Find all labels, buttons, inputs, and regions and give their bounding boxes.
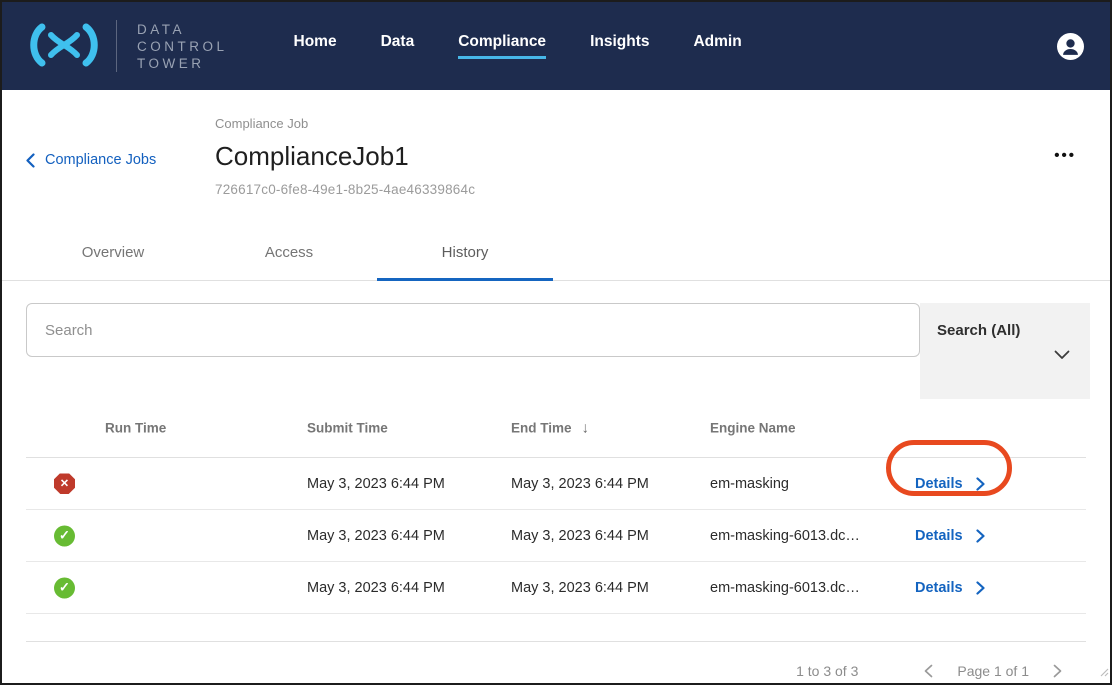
details-link[interactable]: Details — [915, 580, 985, 596]
chevron-left-icon — [26, 153, 35, 168]
delphix-logo-icon[interactable] — [26, 20, 102, 75]
engine-name-cell: em-masking-6013.dc… — [710, 528, 860, 544]
top-navbar: DATA CONTROL TOWER Home Data Compliance … — [2, 2, 1110, 90]
end-time-cell: May 3, 2023 6:44 PM — [511, 528, 649, 544]
chevron-right-icon — [976, 477, 985, 491]
column-header-run-time[interactable]: Run Time — [105, 421, 166, 436]
column-header-engine-name[interactable]: Engine Name — [710, 421, 796, 436]
chevron-right-icon — [976, 529, 985, 543]
chevron-right-icon — [976, 581, 985, 595]
tab-overview[interactable]: Overview — [25, 238, 201, 281]
table-header-row: Run Time Submit Time End Time↓ Engine Na… — [26, 399, 1086, 458]
previous-page-icon[interactable] — [924, 664, 933, 678]
sort-desc-icon: ↓ — [582, 420, 590, 437]
brand-wordmark: DATA CONTROL TOWER — [137, 21, 228, 72]
tab-access[interactable]: Access — [201, 238, 377, 281]
nav-item-home[interactable]: Home — [294, 33, 337, 59]
engine-name-cell: em-masking — [710, 476, 789, 492]
success-status-icon — [54, 577, 75, 598]
end-time-cell: May 3, 2023 6:44 PM — [511, 580, 649, 596]
nav-item-insights[interactable]: Insights — [590, 33, 649, 59]
table-row: May 3, 2023 6:44 PM May 3, 2023 6:44 PM … — [26, 510, 1086, 562]
search-scope-dropdown[interactable]: Search (All) — [920, 303, 1090, 399]
table-row: May 3, 2023 6:44 PM May 3, 2023 6:44 PM … — [26, 562, 1086, 614]
search-input[interactable] — [26, 303, 920, 357]
back-link-label: Compliance Jobs — [45, 152, 156, 168]
back-to-compliance-jobs-link[interactable]: Compliance Jobs — [26, 152, 156, 168]
table-footer-divider — [26, 614, 1086, 642]
tab-history[interactable]: History — [377, 238, 553, 281]
search-section: Search (All) — [26, 303, 1086, 399]
history-table: Run Time Submit Time End Time↓ Engine Na… — [26, 399, 1086, 614]
detail-tabs: Overview Access History — [2, 238, 1110, 281]
entity-type-label: Compliance Job — [215, 116, 475, 131]
pagination-range-label: 1 to 3 of 3 — [796, 663, 858, 679]
chevron-down-icon — [1054, 347, 1070, 365]
resize-handle-icon[interactable] — [1098, 664, 1109, 682]
submit-time-cell: May 3, 2023 6:44 PM — [307, 476, 445, 492]
primary-nav: Home Data Compliance Insights Admin — [294, 33, 742, 59]
column-header-submit-time[interactable]: Submit Time — [307, 421, 388, 436]
next-page-icon[interactable] — [1053, 664, 1062, 678]
engine-name-cell: em-masking-6013.dc… — [710, 580, 860, 596]
submit-time-cell: May 3, 2023 6:44 PM — [307, 528, 445, 544]
success-status-icon — [54, 525, 75, 546]
page-title: ComplianceJob1 — [215, 141, 475, 172]
details-link[interactable]: Details — [915, 528, 985, 544]
table-row: May 3, 2023 6:44 PM May 3, 2023 6:44 PM … — [26, 458, 1086, 510]
error-status-icon — [54, 473, 75, 494]
entity-uuid: 726617c0-6fe8-49e1-8b25-4ae46339864c — [215, 182, 475, 197]
pagination-bar: 1 to 3 of 3 Page 1 of 1 — [2, 642, 1110, 685]
details-link[interactable]: Details — [915, 476, 985, 492]
page-header: Compliance Jobs Compliance Job Complianc… — [2, 90, 1110, 210]
brand-divider — [116, 20, 117, 72]
nav-item-data[interactable]: Data — [381, 33, 415, 59]
pagination-page-label: Page 1 of 1 — [957, 663, 1029, 679]
nav-item-admin[interactable]: Admin — [693, 33, 741, 59]
submit-time-cell: May 3, 2023 6:44 PM — [307, 580, 445, 596]
search-scope-label: Search (All) — [937, 322, 1020, 339]
end-time-cell: May 3, 2023 6:44 PM — [511, 476, 649, 492]
column-header-end-time[interactable]: End Time↓ — [511, 420, 589, 437]
more-actions-icon[interactable]: ••• — [1054, 148, 1076, 163]
nav-item-compliance[interactable]: Compliance — [458, 33, 546, 59]
user-avatar-icon[interactable] — [1057, 33, 1084, 60]
app-window: DATA CONTROL TOWER Home Data Compliance … — [0, 0, 1112, 685]
